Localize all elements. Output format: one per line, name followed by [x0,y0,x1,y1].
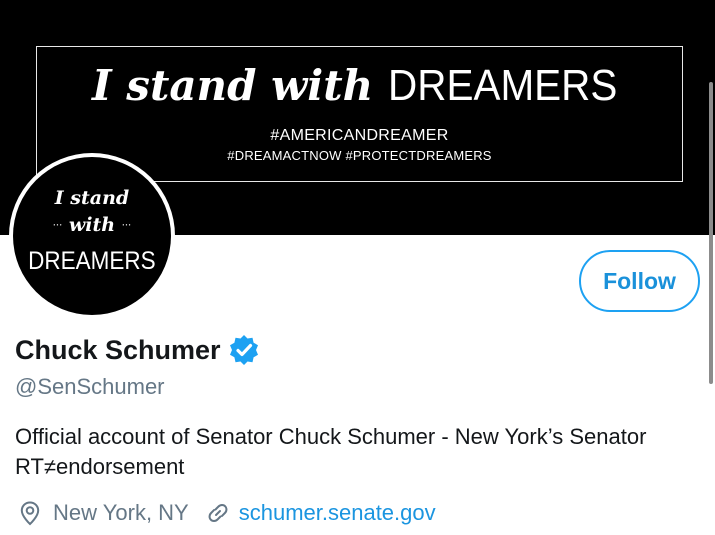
banner-frame: I stand with DREAMERS #AMERICANDREAMER #… [36,46,683,182]
profile-location: New York, NY [53,500,189,525]
banner-headline-script: I stand with [92,61,374,110]
profile-bio: Official account of Senator Chuck Schume… [15,424,647,479]
avatar-text-with: with [68,214,116,236]
avatar-text-dreamers: DREAMERS [28,247,156,275]
user-handle: @SenSchumer [15,374,165,399]
profile-page: I stand with DREAMERS #AMERICANDREAMER #… [0,0,715,535]
banner-headline: I stand with DREAMERS [37,61,682,111]
avatar-text-line-1: I stand [54,187,130,209]
scrollbar[interactable] [709,82,713,384]
profile-website-link[interactable]: schumer.senate.gov [239,500,436,526]
avatar-image: I stand ··· with ··· DREAMERS [13,157,171,315]
verified-badge-icon [227,333,261,367]
avatar-text-line-2: ··· with ··· [13,214,171,236]
link-icon [205,500,231,526]
avatar[interactable]: I stand ··· with ··· DREAMERS [9,153,175,319]
profile-meta-row: New York, NY schumer.senate.gov [17,500,436,526]
banner-hashtag-line-1: #AMERICANDREAMER [270,127,449,144]
avatar-text-line-3: DREAMERS [13,247,171,276]
banner-headline-caps: DREAMERS [387,61,617,110]
display-name-row: Chuck Schumer [15,333,261,367]
avatar-dots-left: ··· [52,220,63,232]
avatar-dots-right: ··· [121,220,132,232]
display-name: Chuck Schumer [15,334,221,365]
banner-hashtag-line-2: #DREAMACTNOW #PROTECTDREAMERS [227,148,492,163]
location-pin-icon [17,500,43,526]
follow-button[interactable]: Follow [579,250,700,312]
